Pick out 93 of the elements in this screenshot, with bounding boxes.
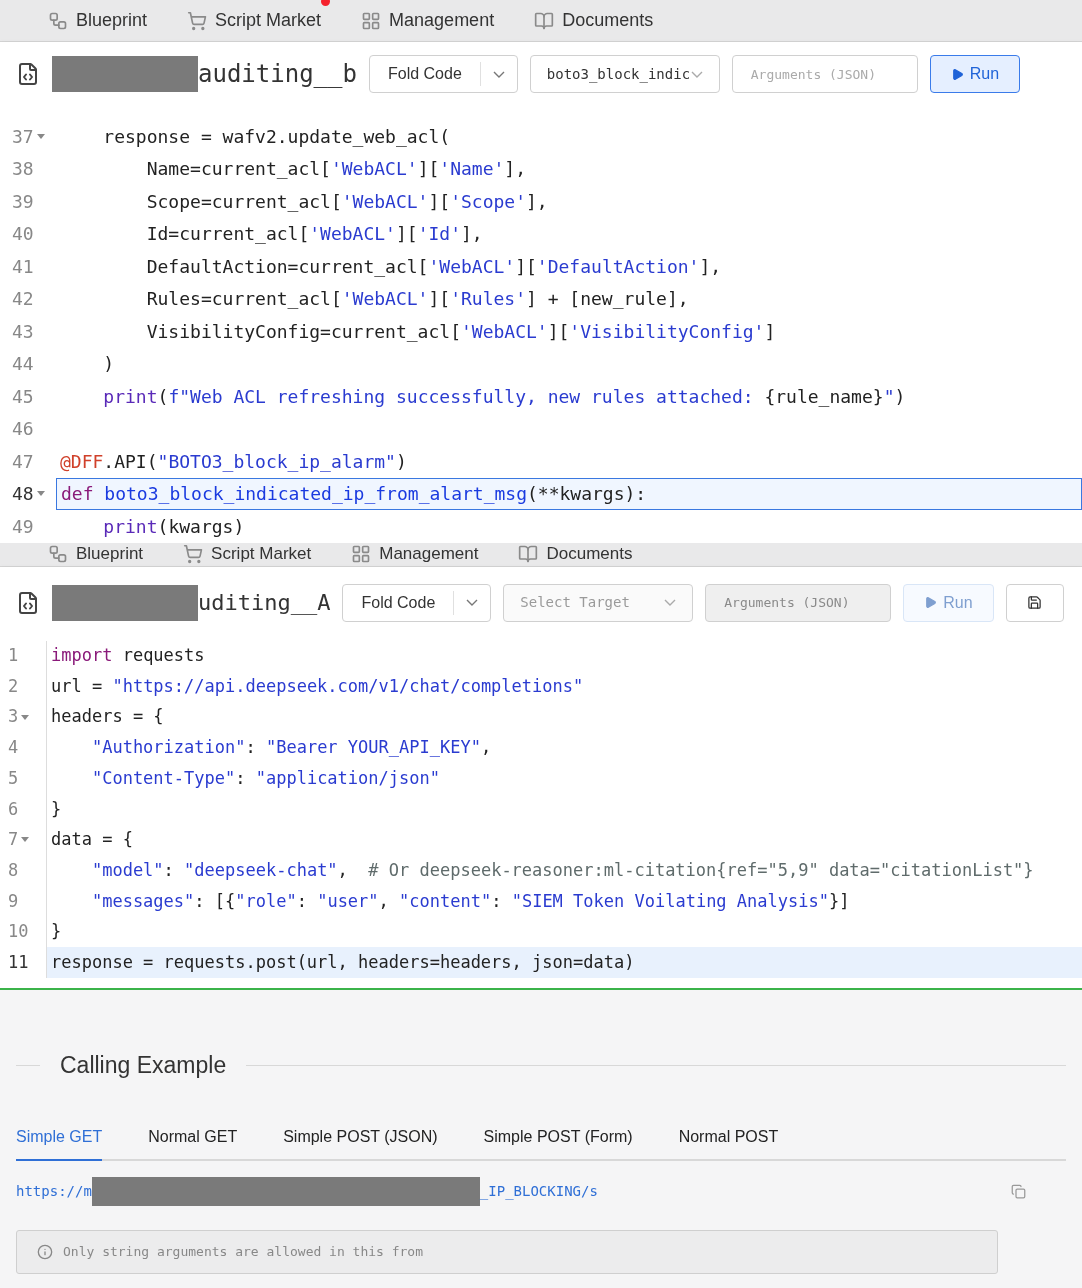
code-line: headers = { bbox=[50, 705, 165, 729]
fold-code-button[interactable]: Fold Code bbox=[342, 583, 492, 622]
nav-tab[interactable]: Blueprint bbox=[48, 541, 144, 567]
copy-icon[interactable] bbox=[1011, 1183, 1026, 1199]
grid-icon bbox=[351, 544, 372, 564]
caret-icon bbox=[664, 599, 677, 606]
cart-icon bbox=[187, 10, 208, 31]
line-number: 37 bbox=[12, 124, 34, 149]
code-line: data = { bbox=[50, 828, 134, 852]
line-number: 4 bbox=[8, 736, 19, 760]
nav-tab[interactable]: Blueprint bbox=[48, 7, 148, 34]
code-file-icon bbox=[16, 590, 40, 615]
nav-tab[interactable]: Script Market bbox=[183, 541, 312, 567]
script-title: auditing__b bbox=[198, 59, 357, 90]
fold-caret-icon[interactable] bbox=[21, 837, 30, 843]
url-link[interactable]: https://m bbox=[16, 1180, 92, 1202]
example-tab[interactable]: Normal POST bbox=[678, 1124, 779, 1161]
line-number: 39 bbox=[12, 189, 34, 214]
code-line: "Authorization": "Bearer YOUR_API_KEY", bbox=[90, 736, 493, 760]
caret-icon bbox=[492, 70, 505, 78]
line-number: 2 bbox=[8, 674, 19, 698]
line-number: 43 bbox=[12, 319, 34, 344]
book-icon bbox=[518, 544, 539, 564]
play-icon bbox=[950, 67, 964, 81]
section-heading: Calling Example bbox=[60, 1051, 227, 1081]
notice-text: Only string arguments are allowed in this from bbox=[63, 1242, 424, 1261]
play-icon bbox=[924, 596, 938, 609]
line-number: 45 bbox=[12, 384, 34, 409]
line-number: 1 bbox=[8, 644, 19, 668]
code-line: response = wafv2.update_web_acl( bbox=[102, 124, 452, 149]
line-number: 40 bbox=[12, 222, 34, 247]
line-number: 48 bbox=[12, 482, 34, 507]
line-number: 11 bbox=[8, 950, 29, 974]
flow-icon bbox=[48, 544, 68, 564]
example-tab[interactable]: Simple POST (JSON) bbox=[283, 1124, 438, 1161]
nav-tab[interactable]: Management bbox=[351, 541, 479, 567]
caret-icon bbox=[466, 599, 479, 606]
line-number: 5 bbox=[8, 766, 19, 790]
run-button[interactable]: Run bbox=[929, 55, 1021, 93]
info-icon bbox=[37, 1243, 53, 1260]
code-line: Id=current_acl['WebACL']['Id'], bbox=[145, 222, 484, 247]
line-number: 38 bbox=[12, 157, 34, 182]
flow-icon bbox=[48, 10, 68, 31]
line-number: 47 bbox=[12, 449, 34, 474]
code-line: VisibilityConfig=current_acl['WebACL']['VisibilityConfig'] bbox=[145, 319, 777, 344]
arguments-field[interactable]: Arguments (JSON) bbox=[731, 55, 918, 93]
line-number: 49 bbox=[12, 514, 34, 539]
save-button[interactable] bbox=[1005, 583, 1064, 622]
fold-caret-icon[interactable] bbox=[21, 714, 30, 720]
code-line: import requests bbox=[50, 644, 206, 668]
url-link[interactable]: _IP_BLOCKING/s bbox=[479, 1180, 598, 1202]
line-number: 41 bbox=[12, 254, 34, 279]
fold-caret-icon[interactable] bbox=[36, 133, 45, 139]
code-line: Name=current_acl['WebACL']['Name'], bbox=[145, 157, 528, 182]
example-tab[interactable]: Simple POST (Form) bbox=[483, 1124, 633, 1161]
cart-icon bbox=[183, 544, 204, 564]
code-line: } bbox=[50, 920, 63, 944]
nav-tab[interactable]: Management bbox=[361, 7, 495, 34]
line-number: 7 bbox=[8, 828, 19, 852]
line-number: 3 bbox=[8, 705, 19, 729]
code-line: @DFF.API("BOTO3_block_ip_alarm") bbox=[59, 449, 408, 474]
code-line: Scope=current_acl['WebACL']['Scope'], bbox=[145, 189, 549, 214]
example-tab[interactable]: Normal GET bbox=[148, 1124, 238, 1161]
code-line: "Content-Type": "application/json" bbox=[90, 766, 441, 790]
line-number: 6 bbox=[8, 797, 19, 821]
nav-tab[interactable]: Documents bbox=[534, 7, 654, 34]
code-line: url = "https://api.deepseek.com/v1/chat/completions" bbox=[50, 674, 585, 698]
example-tab[interactable]: Simple GET bbox=[16, 1124, 103, 1161]
line-number: 8 bbox=[8, 858, 19, 882]
target-select[interactable]: boto3_block_indic bbox=[529, 55, 720, 93]
caret-icon bbox=[690, 70, 703, 78]
code-line: } bbox=[50, 797, 63, 821]
fold-code-button[interactable]: Fold Code bbox=[368, 55, 518, 93]
book-icon bbox=[534, 10, 555, 31]
save-icon bbox=[1027, 595, 1043, 610]
line-number: 44 bbox=[12, 352, 34, 377]
nav-tab[interactable]: Script Market bbox=[187, 7, 322, 34]
fold-caret-icon[interactable] bbox=[36, 491, 45, 497]
code-line: Rules=current_acl['WebACL']['Rules'] + [new_rule], bbox=[145, 287, 690, 312]
line-number: 9 bbox=[8, 889, 19, 913]
code-line: "messages": [{"role": "user", "content": "SIEM Token Voilating Analysis"}] bbox=[90, 889, 851, 913]
code-line: ) bbox=[102, 352, 116, 377]
line-number: 42 bbox=[12, 287, 34, 312]
line-number: 46 bbox=[12, 417, 34, 442]
code-line: print(f"Web ACL refreshing successfully, new rules attached: {rule_name}") bbox=[102, 384, 907, 409]
nav-tab[interactable]: Documents bbox=[518, 541, 633, 567]
code-line: DefaultAction=current_acl['WebACL']['DefaultAction'], bbox=[145, 254, 723, 279]
code-line: print(kwargs) bbox=[102, 514, 246, 539]
code-file-icon bbox=[16, 62, 40, 86]
code-line: "model": "deepseek-chat", # Or deepseek-reasoner:ml-citation{ref="5,9" data="citationList"} bbox=[90, 858, 1035, 882]
line-number: 10 bbox=[8, 920, 29, 944]
grid-icon bbox=[361, 10, 382, 31]
script-title: uditing__A bbox=[198, 589, 331, 617]
